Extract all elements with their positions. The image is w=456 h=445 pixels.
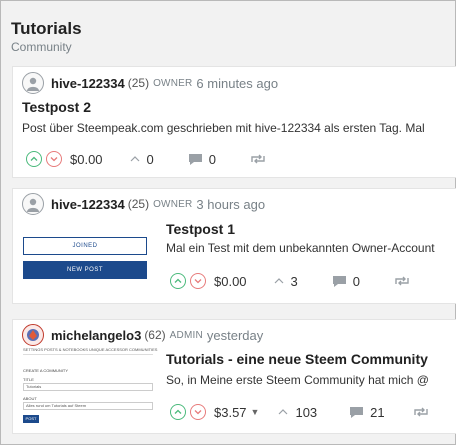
thumbnail-divider [23, 354, 153, 355]
avatar[interactable] [22, 324, 44, 346]
comments-number: 21 [370, 404, 385, 420]
payout-value[interactable]: $3.57 [214, 405, 247, 420]
post-card[interactable]: hive-122334 (25) OWNER 3 hours ago JOINE… [12, 188, 456, 304]
post-time[interactable]: yesterday [207, 328, 263, 343]
chevron-up-icon [30, 156, 38, 161]
thumbnail-heading: CREATE A COMMUNITY [23, 368, 69, 373]
post-author-row: hive-122334 (25) OWNER 6 minutes ago [22, 70, 278, 96]
post-actions: $0.00 3 0 [170, 270, 410, 292]
caret-up-icon [279, 409, 288, 415]
post-actions: $0.00 0 0 [26, 148, 266, 170]
page-subtitle: Community [11, 40, 72, 54]
thumbnail-tabs: SETTINGS POSTS & NOTEBOOKS UNIQUE ACCESS… [23, 347, 158, 352]
reblog-icon [251, 154, 265, 164]
comments-count[interactable]: 0 [332, 274, 360, 289]
page-title: Tutorials [11, 19, 82, 38]
upvote-button[interactable] [26, 151, 42, 167]
post-author-row: hive-122334 (25) OWNER 3 hours ago [22, 191, 265, 217]
chevron-up-icon [174, 278, 182, 283]
downvote-button[interactable] [190, 273, 206, 289]
payout-value[interactable]: $0.00 [70, 152, 103, 167]
chevron-down-icon [194, 279, 202, 284]
author-role: OWNER [153, 198, 193, 210]
community-header: Tutorials Community [11, 19, 82, 55]
upvote-button[interactable] [170, 273, 186, 289]
author-role: OWNER [153, 77, 193, 89]
reblog-icon [395, 276, 409, 286]
post-excerpt[interactable]: Post über Steempeak.com geschrieben mit … [22, 121, 425, 135]
user-icon [27, 198, 39, 212]
comment-icon [332, 275, 346, 287]
reblog-icon [413, 407, 428, 417]
post-actions: $3.57 ▼ 103 21 [170, 401, 429, 423]
reblog-button[interactable] [394, 275, 410, 287]
author-name[interactable]: hive-122334 [51, 76, 125, 91]
thumbnail-joined-button: JOINED [23, 237, 147, 255]
upvote-button[interactable] [170, 404, 186, 420]
comments-number: 0 [208, 151, 217, 167]
author-name[interactable]: hive-122334 [51, 197, 125, 212]
votes-count[interactable]: 103 [277, 405, 317, 420]
comments-count[interactable]: 0 [188, 152, 216, 167]
avatar[interactable] [22, 72, 44, 94]
votes-number: 3 [290, 273, 298, 289]
post-author-row: michelangelo3 (62) ADMIN yesterday [22, 322, 263, 348]
author-reputation: (62) [144, 328, 166, 342]
chevron-down-icon [50, 157, 58, 162]
post-title[interactable]: Tutorials - eine neue Steem Community [166, 351, 428, 367]
thumbnail-field2-label: ABOUT [23, 396, 37, 401]
votes-number: 103 [295, 404, 318, 420]
chevron-down-icon [194, 410, 202, 415]
reblog-button[interactable] [250, 153, 266, 165]
comment-icon [350, 406, 364, 418]
post-title[interactable]: Testpost 1 [166, 221, 235, 237]
avatar[interactable] [22, 193, 44, 215]
thumbnail-post-button: POST [23, 415, 39, 423]
comments-number: 0 [352, 273, 361, 289]
votes-count[interactable]: 3 [273, 274, 298, 289]
author-reputation: (25) [127, 76, 150, 90]
downvote-button[interactable] [46, 151, 62, 167]
thumbnail-field1: Tutorials [23, 383, 153, 391]
votes-count[interactable]: 0 [129, 152, 154, 167]
downvote-button[interactable] [190, 404, 206, 420]
payout-value[interactable]: $0.00 [214, 274, 247, 289]
post-time[interactable]: 3 hours ago [196, 197, 265, 212]
thumbnail-field2: Alles rund um Tutorials auf Steem [23, 402, 153, 410]
comment-icon [188, 153, 202, 165]
post-card[interactable]: michelangelo3 (62) ADMIN yesterday SETTI… [12, 319, 456, 434]
reblog-button[interactable] [413, 406, 429, 418]
post-title[interactable]: Testpost 2 [22, 99, 91, 115]
chevron-up-icon [174, 409, 182, 414]
caret-up-icon [274, 278, 283, 284]
author-role: ADMIN [169, 329, 203, 341]
post-excerpt[interactable]: Mal ein Test mit dem unbekannten Owner-A… [166, 241, 435, 255]
payout-dropdown-icon[interactable]: ▼ [251, 407, 260, 417]
caret-up-icon [130, 156, 139, 162]
user-icon [27, 77, 39, 91]
post-thumbnail[interactable]: SETTINGS POSTS & NOTEBOOKS UNIQUE ACCESS… [23, 347, 157, 429]
author-reputation: (25) [127, 197, 150, 211]
thumbnail-field1-label: TITLE [23, 377, 34, 382]
post-card[interactable]: hive-122334 (25) OWNER 6 minutes ago Tes… [12, 66, 456, 178]
author-name[interactable]: michelangelo3 [51, 328, 141, 343]
thumbnail-new-post-button: NEW POST [23, 261, 147, 279]
votes-number: 0 [146, 151, 154, 167]
comments-count[interactable]: 21 [349, 404, 385, 420]
post-excerpt[interactable]: So, in Meine erste Steem Community hat m… [166, 373, 429, 387]
post-time[interactable]: 6 minutes ago [196, 76, 278, 91]
avatar-image-icon [27, 329, 39, 341]
